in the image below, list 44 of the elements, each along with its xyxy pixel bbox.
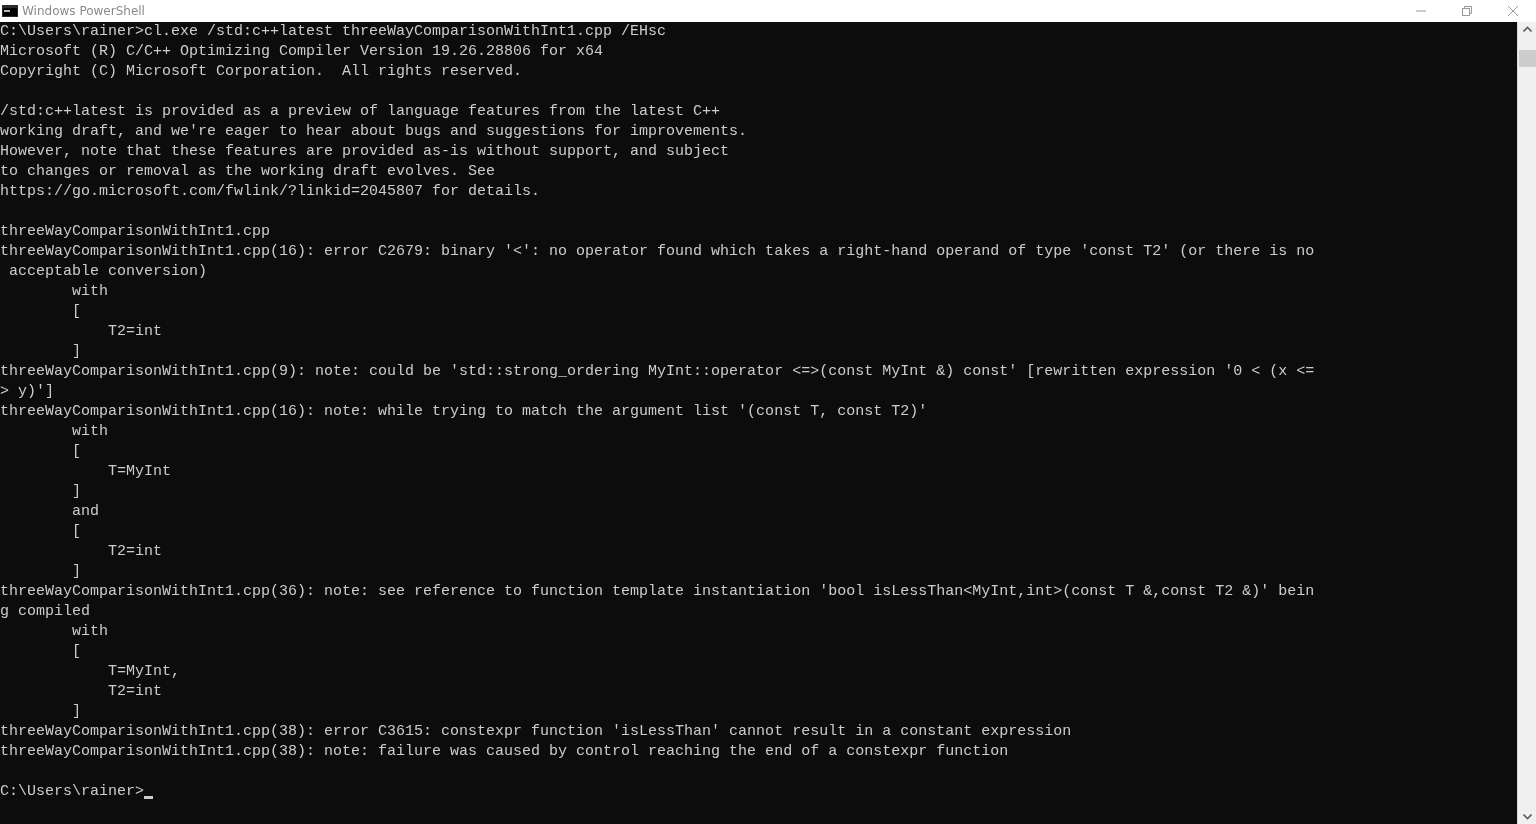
output-line: g compiled <box>0 602 90 622</box>
output-line: threeWayComparisonWithInt1.cpp(36): note: see reference to function template instantiation 'bool isLessThan<MyInt,int>(const T &,const T2 &)' bein <box>0 582 1315 602</box>
prompt-text: C:\Users\rainer> <box>0 782 145 802</box>
restore-icon <box>1462 6 1472 16</box>
console-icon <box>2 5 18 17</box>
scrollbar[interactable] <box>1517 22 1536 824</box>
scroll-down-icon[interactable] <box>1522 814 1532 820</box>
window-title: Windows PowerShell <box>22 4 146 18</box>
output-line: acceptable conversion) <box>8 262 208 282</box>
output-line: However, note that these features are provided as-is without support, and subject <box>0 142 730 162</box>
output-line: [ <box>71 522 81 542</box>
output-line: working draft, and we're eager to hear about bugs and suggestions for improvements. <box>0 122 748 142</box>
output-line: > y)'] <box>0 382 54 402</box>
output-line: Microsoft (R) C/C++ Optimizing Compiler Version 19.26.28806 for x64 <box>0 42 604 62</box>
output-line: threeWayComparisonWithInt1.cpp(16): note: while trying to match the argument list '(const T, const T2)' <box>0 402 928 422</box>
output-line: threeWayComparisonWithInt1.cpp(38): error C3615: constexpr function 'isLessThan' cannot result in a constant expression <box>0 722 1072 742</box>
output-line: [ <box>71 642 81 662</box>
scroll-thumb[interactable] <box>1518 50 1536 67</box>
output-line: ] <box>71 702 81 722</box>
output-line: T=MyInt <box>107 462 172 482</box>
output-line: ] <box>71 342 81 362</box>
output-line: with <box>71 622 109 642</box>
output-line: ] <box>71 562 81 582</box>
output-line: T=MyInt, <box>107 662 181 682</box>
output-line: Copyright (C) Microsoft Corporation. All rights reserved. <box>0 62 523 82</box>
output-line: threeWayComparisonWithInt1.cpp(9): note: could be 'std::strong_ordering MyInt::operator <=>(const MyInt &) const' [rewritten expression '0 < (x <= <box>0 362 1315 382</box>
output-line: with <box>71 282 109 302</box>
output-line: https://go.microsoft.com/fwlink/?linkid=2045807 for details. <box>0 182 541 202</box>
output-line: ] <box>71 482 81 502</box>
output-line: [ <box>71 442 81 462</box>
output-line: with <box>71 422 109 442</box>
output-line: T2=int <box>107 682 163 702</box>
output-line: to changes or removal as the working draft evolves. See <box>0 162 496 182</box>
close-icon <box>1508 6 1518 16</box>
output-line: threeWayComparisonWithInt1.cpp <box>0 222 271 242</box>
output-line: T2=int <box>107 322 163 342</box>
output-line: threeWayComparisonWithInt1.cpp(16): error C2679: binary '<': no operator found which takes a right-hand operand of type 'const T2' (or there is no <box>0 242 1315 262</box>
output-line: C:\Users\rainer>cl.exe /std:c++latest threeWayComparisonWithInt1.cpp /EHsc <box>0 22 667 42</box>
output-line: threeWayComparisonWithInt1.cpp(38): note: failure was caused by control reaching the end of a constexpr function <box>0 742 1009 762</box>
output-line: T2=int <box>107 542 163 562</box>
scroll-up-icon[interactable] <box>1522 26 1532 32</box>
output-line: and <box>71 502 100 522</box>
output-line: /std:c++latest is provided as a preview of language features from the latest C++ <box>0 102 721 122</box>
output-line: [ <box>71 302 81 322</box>
